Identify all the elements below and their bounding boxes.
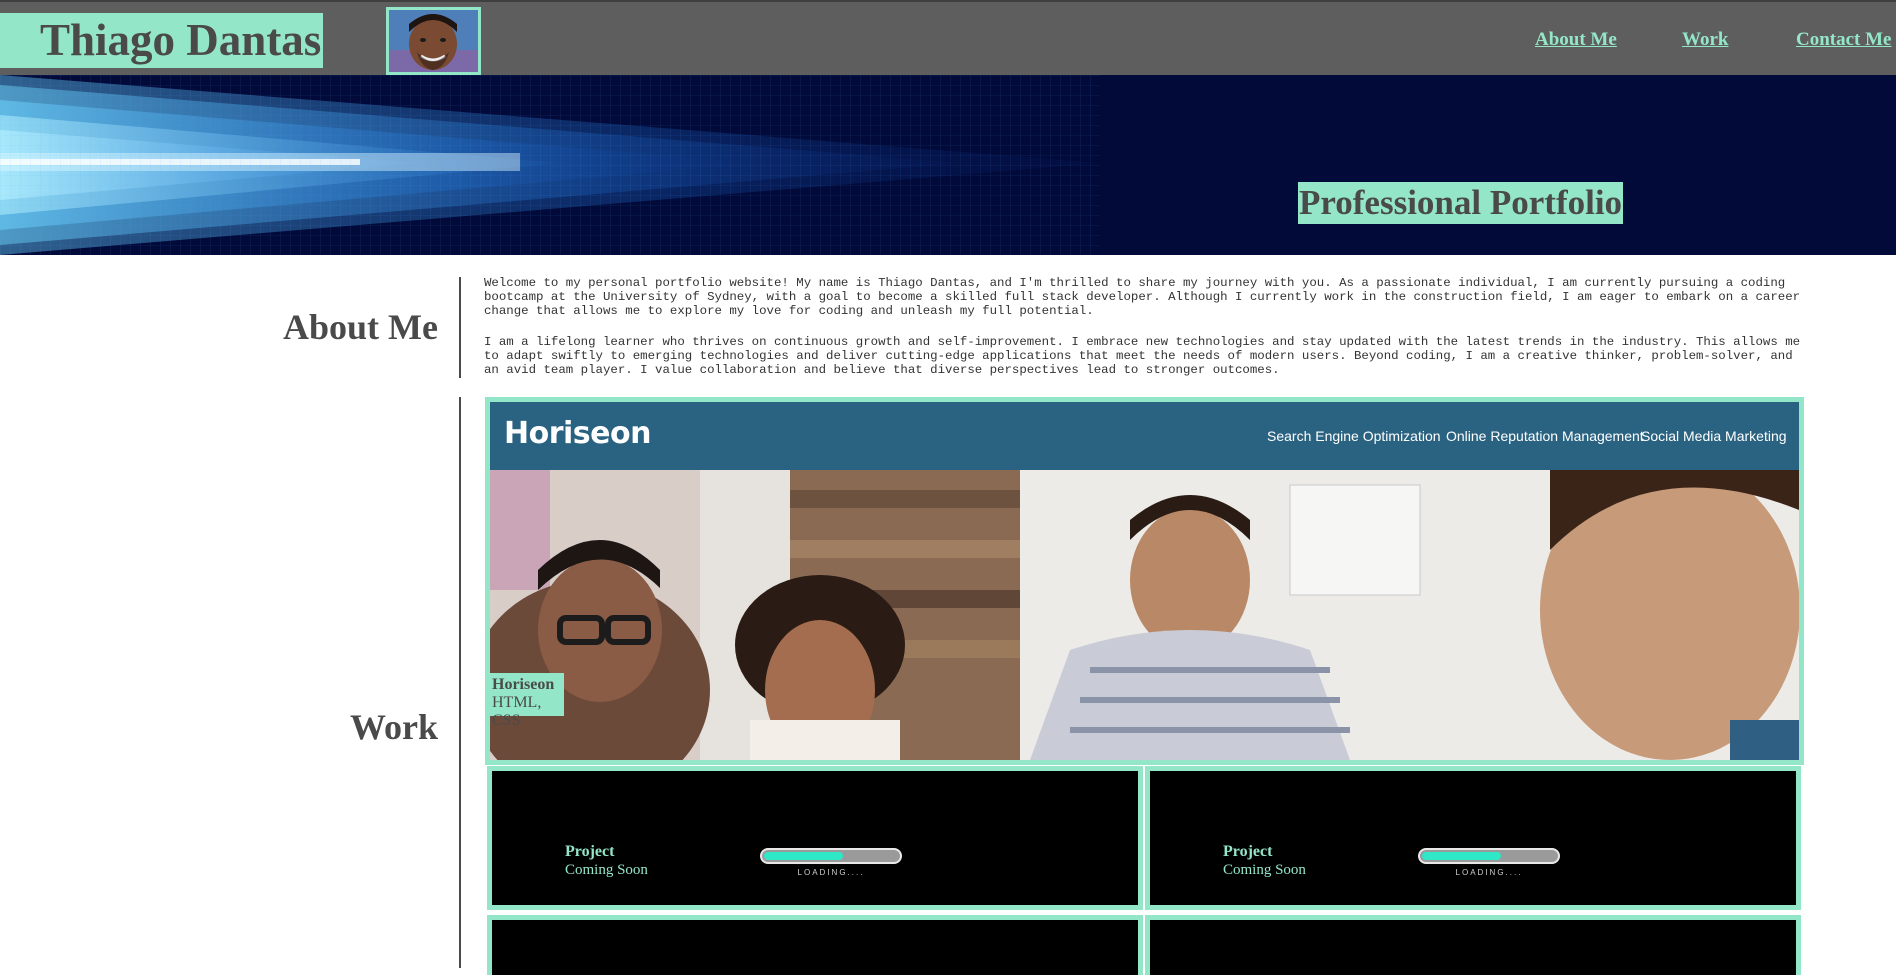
project-placeholder-subtitle: Coming Soon — [565, 862, 648, 878]
about-text: Welcome to my personal portfolio website… — [484, 276, 1804, 393]
project-card-partial[interactable] — [1145, 915, 1801, 975]
profile-photo — [389, 10, 478, 72]
project-card-partial-screen — [492, 920, 1138, 975]
loading-bar-fill — [764, 852, 843, 860]
team-meeting-photo — [490, 470, 1799, 760]
work-divider — [459, 397, 461, 968]
hero-banner: Professional Portfolio — [0, 75, 1896, 255]
project-placeholder-title: Project — [1223, 843, 1273, 860]
featured-project-card[interactable]: Horiseon Search Engine Optimization Onli… — [485, 397, 1804, 765]
project-placeholder-title: Project — [565, 843, 615, 860]
featured-project-screenshot[interactable]: Horiseon Search Engine Optimization Onli… — [490, 402, 1799, 760]
about-divider — [459, 277, 461, 378]
site-header: Thiago Dantas About Me Work Contact Me — [0, 0, 1896, 75]
hero-arrows-graphic — [0, 75, 1896, 255]
about-heading: About Me — [283, 307, 438, 347]
featured-project-label[interactable]: Horiseon HTML, CSS — [490, 673, 564, 729]
horiseon-header-bar: Horiseon Search Engine Optimization Onli… — [490, 402, 1799, 470]
project-placeholder-card[interactable]: Project Coming Soon LOADING.... — [1145, 766, 1801, 910]
hero-title: Professional Portfolio — [1298, 182, 1624, 224]
project-card-partial-screen — [1150, 920, 1796, 975]
site-name-box: Thiago Dantas — [0, 13, 323, 68]
project-placeholder-card[interactable]: Project Coming Soon LOADING.... — [487, 766, 1143, 910]
nav-work[interactable]: Work — [1682, 29, 1728, 51]
featured-project-title: Horiseon — [492, 676, 555, 693]
nav-contact-me[interactable]: Contact Me — [1796, 29, 1892, 51]
loading-bar — [760, 848, 902, 864]
horiseon-nav-reputation: Online Reputation Management — [1446, 428, 1644, 444]
nav-about-me[interactable]: About Me — [1535, 29, 1617, 51]
site-name: Thiago Dantas — [40, 15, 322, 65]
work-heading: Work — [349, 707, 438, 747]
project-placeholder-subtitle: Coming Soon — [1223, 862, 1306, 878]
loading-label: LOADING.... — [1455, 868, 1523, 877]
about-paragraph-1: Welcome to my personal portfolio website… — [484, 276, 1801, 319]
about-paragraph-2: I am a lifelong learner who thrives on c… — [484, 334, 1801, 378]
project-placeholder-screen: Project Coming Soon LOADING.... — [492, 771, 1138, 905]
project-card-partial[interactable] — [487, 915, 1143, 975]
horiseon-nav-seo: Search Engine Optimization — [1267, 428, 1441, 444]
avatar — [386, 7, 481, 75]
horiseon-nav-social: Social Media Marketing — [1641, 428, 1787, 444]
loading-label: LOADING.... — [797, 868, 865, 877]
project-placeholder-screen: Project Coming Soon LOADING.... — [1150, 771, 1796, 905]
loading-bar-fill — [1422, 852, 1501, 860]
featured-project-tech: HTML, CSS — [492, 694, 542, 729]
loading-bar — [1418, 848, 1560, 864]
horiseon-logo: Horiseon — [504, 416, 651, 451]
